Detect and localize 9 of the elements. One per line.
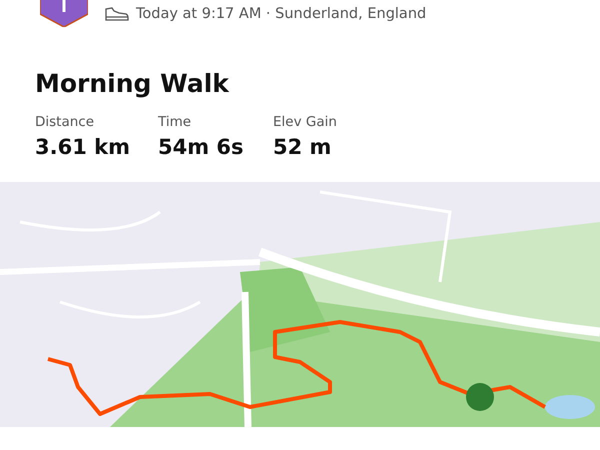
stat-label: Distance [35,113,96,131]
stat-label: Elev Gain [273,113,337,131]
activity-meta: Today at 9:17 AM · Sunderland, England [136,6,426,22]
stat-value: 3.61 km [35,134,131,161]
stat-value: 52 m [273,134,332,161]
activity-title: Morning Walk [35,68,230,100]
stat-value: 54m 6s [158,134,245,161]
stat-label: Time [158,113,192,131]
shoe-icon [105,7,129,21]
